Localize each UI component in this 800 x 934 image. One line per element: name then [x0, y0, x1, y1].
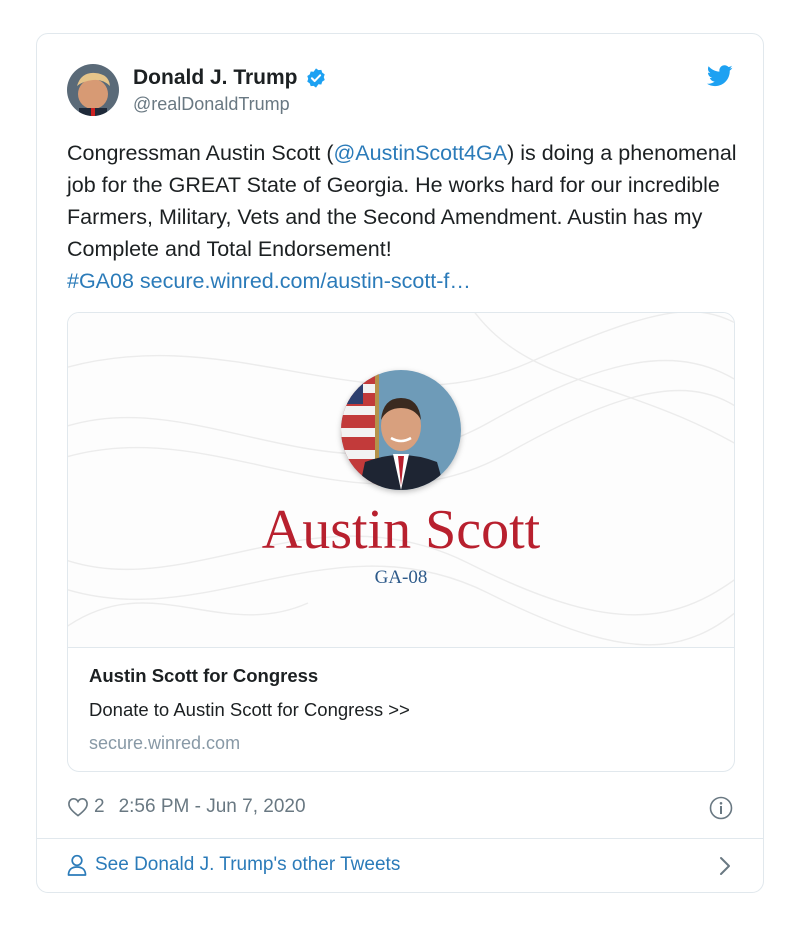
url-link[interactable]: secure.winred.com/austin-scott-f… [140, 269, 471, 293]
mention-link[interactable]: @AustinScott4GA [333, 141, 507, 165]
tweet-text: Congressman Austin Scott (@AustinScott4G… [67, 137, 747, 297]
card-image-district: GA-08 [374, 567, 428, 588]
tweet-timestamp[interactable]: 2:56 PM - Jun 7, 2020 [119, 796, 306, 818]
hashtag-link[interactable]: #GA08 [67, 269, 134, 293]
twitter-bird-icon[interactable] [707, 65, 733, 87]
author-avatar[interactable] [67, 64, 119, 116]
chevron-right-icon[interactable] [719, 856, 731, 876]
card-image-candidate-name: Austin Scott [261, 499, 541, 561]
link-preview-card[interactable]: Austin Scott GA-08 Austin Scott for Cong… [67, 312, 735, 772]
card-image[interactable]: Austin Scott GA-08 [68, 313, 734, 648]
user-icon [67, 854, 87, 876]
card-domain: secure.winred.com [89, 733, 241, 753]
verified-badge-icon [306, 68, 325, 88]
tweet-meta-row: 2 2:56 PM - Jun 7, 2020 [67, 796, 306, 818]
tweet-card: Donald J. Trump @realDonaldTrump Congres… [36, 33, 764, 893]
tweet-text-part: Congressman Austin Scott ( [67, 141, 334, 165]
candidate-photo [341, 370, 461, 490]
author-name[interactable]: Donald J. Trump [133, 66, 327, 90]
info-icon[interactable] [709, 796, 733, 820]
author-handle[interactable]: @realDonaldTrump [133, 94, 290, 115]
card-description: Donate to Austin Scott for Congress >> [89, 699, 410, 720]
heart-icon[interactable] [67, 797, 89, 817]
other-tweets-link[interactable]: See Donald J. Trump's other Tweets [67, 854, 400, 876]
author-name-text[interactable]: Donald J. Trump [133, 66, 298, 90]
other-tweets-label[interactable]: See Donald J. Trump's other Tweets [95, 854, 400, 876]
like-count[interactable]: 2 [94, 796, 105, 818]
card-title[interactable]: Austin Scott for Congress [89, 665, 318, 687]
footer-divider [37, 838, 763, 839]
